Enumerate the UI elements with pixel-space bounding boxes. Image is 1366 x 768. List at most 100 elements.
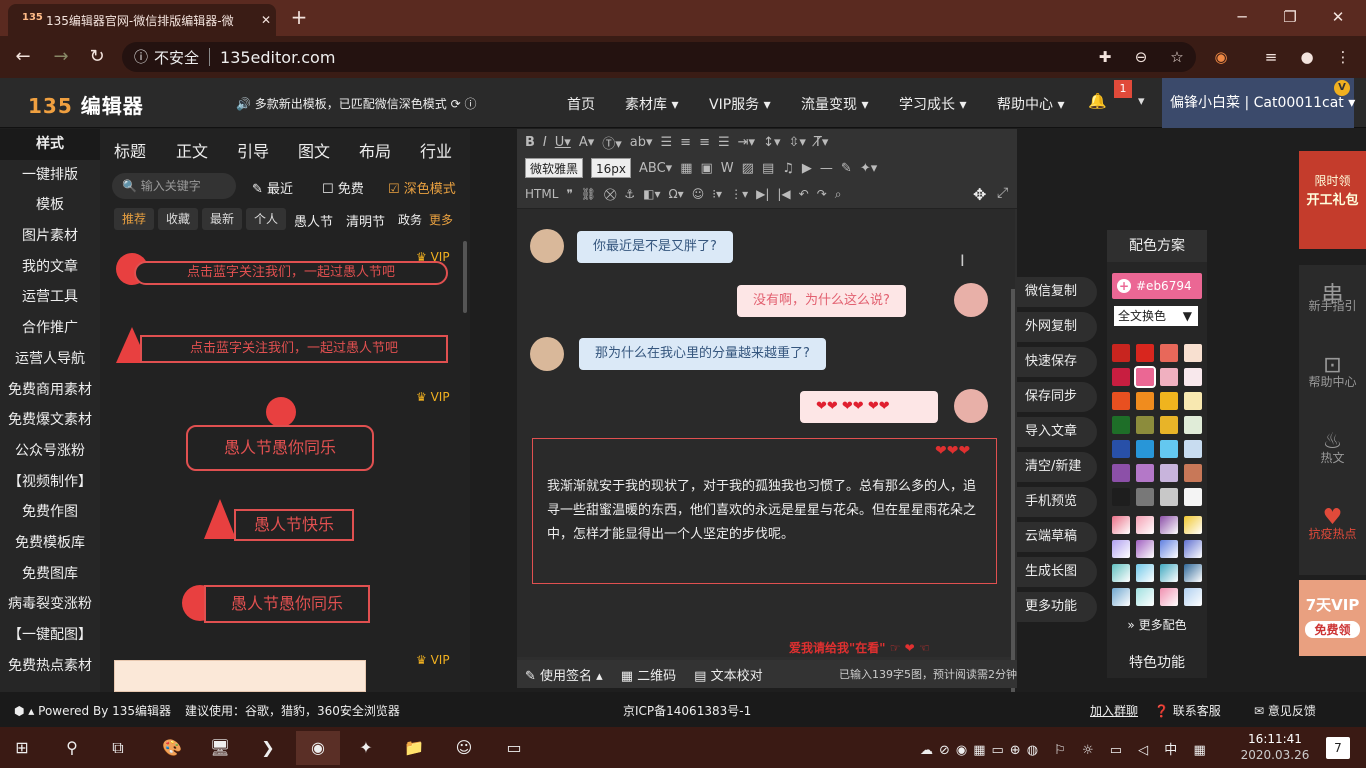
color-scope-select[interactable]: 全文换色 ▼ [1114,306,1198,326]
html-icon[interactable]: HTML [525,187,558,201]
action-button[interactable]: 快速保存 [1017,347,1097,377]
action-button[interactable]: 导入文章 [1017,417,1097,447]
find-icon[interactable]: ⌕ [835,187,842,202]
sidebar-item[interactable]: 免费图库 [0,559,100,590]
app-icon[interactable]: ▭ [492,731,536,765]
gradient-swatch[interactable] [1184,564,1202,582]
word-icon[interactable]: W [721,161,734,176]
gradient-swatch[interactable] [1112,540,1130,558]
sidebar-item[interactable]: 合作推广 [0,313,100,344]
video-icon[interactable]: ▶ [802,161,812,176]
nav-monetize[interactable]: 流量变现 ▾ [801,94,868,114]
color-swatch[interactable] [1184,464,1202,482]
filter-free[interactable]: ☐ 免费 [322,178,364,197]
close-tab-icon[interactable]: ✕ [256,13,276,27]
color-swatch[interactable] [1184,488,1202,506]
template-item[interactable]: 点击蓝字关注我们，一起过愚人节吧 [116,321,448,365]
bookmark-star-icon[interactable]: ☆ [1164,44,1190,70]
color-swatch[interactable] [1136,488,1154,506]
align-right-icon[interactable]: ≡ [699,135,710,150]
color-swatch[interactable] [1136,344,1154,362]
color-swatch[interactable] [1136,440,1154,458]
user-menu[interactable]: 偏锋小白菜 | Cat00011cat ▾ [1162,78,1355,128]
nav-learn[interactable]: 学习成长 ▾ [899,94,966,114]
action-button[interactable]: 云端草稿 [1017,522,1097,552]
gallery-icon[interactable]: ▤ [762,161,774,176]
zoom-icon[interactable]: ⊖ [1128,44,1154,70]
picture-icon[interactable]: ▨ [742,161,754,176]
more-colors-link[interactable]: » 更多配色 [1107,616,1207,633]
image-icon[interactable]: ▣ [701,161,713,176]
sidebar-item[interactable]: 模板 [0,190,100,221]
color-swatch[interactable] [1112,464,1130,482]
gradient-swatch[interactable] [1112,588,1130,606]
color-swatch[interactable] [1184,416,1202,434]
action-button[interactable]: 手机预览 [1017,487,1097,517]
address-bar[interactable]: ⓘ 不安全 135editor.com [122,42,1196,72]
color-swatch[interactable] [1184,392,1202,410]
color-swatch[interactable] [1160,464,1178,482]
sidebar-item[interactable]: 免费作图 [0,497,100,528]
move-icon[interactable]: ✥ [973,185,986,204]
tab-guide[interactable]: 引导 [237,138,269,162]
link-icon[interactable]: ⛓ [581,187,596,201]
color-swatch[interactable] [1112,368,1130,386]
fullscreen-icon[interactable]: ⤢ [997,185,1008,201]
rail-epidemic[interactable]: ♥ 抗疫热点 [1299,493,1366,568]
gradient-swatch[interactable] [1112,516,1130,534]
color-swatch[interactable] [1184,344,1202,362]
color-swatch[interactable] [1160,368,1178,386]
chip-favorite[interactable]: 收藏 [158,208,199,230]
chip-personal[interactable]: 个人 [246,208,287,230]
sidebar-item[interactable]: 运营工具 [0,282,100,313]
template-item[interactable]: 愚人节愚你同乐 [182,581,382,629]
close-window-icon[interactable]: ✕ [1318,4,1358,30]
color-swatch[interactable] [1112,416,1130,434]
chip-gov[interactable]: 政务 [398,211,422,228]
sidebar-item[interactable]: 我的文章 [0,252,100,283]
anchor-icon[interactable]: ⚓ [624,187,635,201]
media-icon[interactable]: ≡ [1258,44,1284,70]
sidebar-item[interactable]: 免费商用素材 [0,375,100,406]
notification-count[interactable]: 7 [1326,737,1350,759]
qrcode-button[interactable]: ▦ 二维码 [621,665,676,684]
action-button[interactable]: 外网复制 [1017,312,1097,342]
action-button[interactable]: 生成长图 [1017,557,1097,587]
action-button[interactable]: 更多功能 [1017,592,1097,622]
nav-help[interactable]: 帮助中心 ▾ [997,94,1064,114]
template-item[interactable]: 愚人节快乐 [204,495,356,543]
info-icon[interactable]: ⓘ [134,47,148,67]
template-item[interactable]: 愚人节愚你同乐 [186,397,376,473]
bold-icon[interactable]: B [525,135,535,150]
app-icon[interactable]: ☺ [442,731,486,765]
color-swatch[interactable] [1136,392,1154,410]
font-size-select[interactable]: 16px [591,158,632,178]
color-swatch[interactable] [1136,464,1154,482]
color-hex-input[interactable]: + #eb6794 [1112,273,1202,299]
system-tray[interactable]: ☁⊘◉▦▭⊕◍ ⚐ ☼ ▭ ◁ 中 ▦ [920,739,1212,758]
float-icon[interactable]: ◧▾ [643,187,660,201]
scrollbar[interactable] [1011,289,1015,709]
sidebar-item[interactable]: 图片素材 [0,221,100,252]
gradient-swatch[interactable] [1160,540,1178,558]
minimize-icon[interactable]: ─ [1222,4,1262,30]
color-swatch[interactable] [1112,488,1130,506]
brush-icon[interactable]: ✎ [841,161,852,176]
paint-app-icon[interactable]: 🎨 [150,731,194,765]
justify-icon[interactable]: ☰ [718,135,730,150]
sidebar-item[interactable]: 【视频制作】 [0,467,100,498]
bg-color-icon[interactable]: Ⓣ▾ [602,133,622,152]
editor-content[interactable]: 你最近是不是又胖了? 没有啊，为什么这么说? 那为什么在我心里的分量越来越重了?… [517,209,1015,709]
powered-by[interactable]: ⬢ ▴ Powered By 135编辑器 [14,702,171,719]
tab-body[interactable]: 正文 [176,138,208,162]
sidebar-item[interactable]: 一键排版 [0,160,100,191]
chip-latest[interactable]: 最新 [202,208,243,230]
clear-format-icon[interactable]: T̸▾ [814,135,828,150]
back-icon[interactable]: ← [10,44,36,70]
profile-icon[interactable]: ● [1294,44,1320,70]
sidebar-item[interactable]: 运营人导航 [0,344,100,375]
notice-text[interactable]: 🔊 多款新出模板，已匹配微信深色模式 ⟳ ⓘ [236,95,476,112]
font-family-select[interactable]: 微软雅黑 [525,158,584,178]
music-icon[interactable]: ♫ [782,161,794,176]
list-icon[interactable]: ⁝▾ [712,187,722,201]
